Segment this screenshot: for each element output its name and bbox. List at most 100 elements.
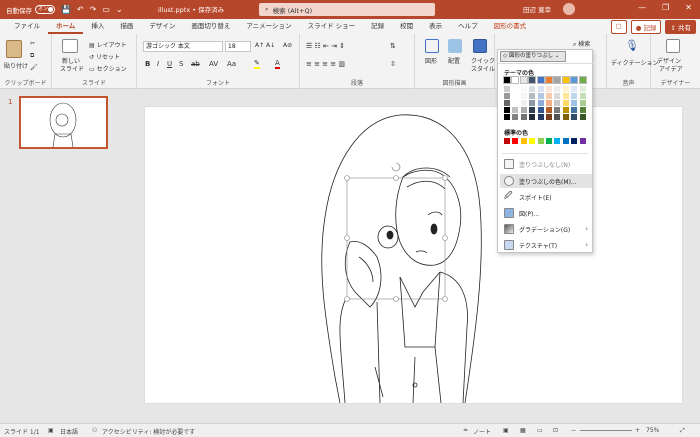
theme-color-shade-swatch[interactable]: [579, 93, 586, 99]
theme-color-shade-swatch[interactable]: [529, 107, 536, 113]
tab-insert[interactable]: 挿入: [83, 19, 112, 34]
new-slide-icon[interactable]: [62, 39, 78, 53]
close-button[interactable]: ✕: [685, 3, 692, 12]
notes-icon[interactable]: ≐: [463, 427, 468, 434]
theme-color-shade-swatch[interactable]: [537, 107, 544, 113]
theme-color-shade-swatch[interactable]: [512, 107, 519, 113]
autosave-toggle[interactable]: オン: [35, 5, 55, 14]
tab-view[interactable]: 表示: [421, 19, 450, 34]
theme-color-shade-swatch[interactable]: [571, 100, 578, 106]
paste-icon[interactable]: [6, 40, 22, 58]
sorter-view-icon[interactable]: ▦: [520, 427, 526, 434]
standard-color-swatch[interactable]: [546, 138, 552, 144]
theme-color-swatch[interactable]: [528, 76, 537, 84]
designer-icon[interactable]: [666, 39, 680, 53]
zoom-slider[interactable]: [580, 430, 632, 431]
italic-icon[interactable]: I: [157, 60, 159, 68]
format-painter-icon[interactable]: 🖌: [30, 64, 38, 71]
tab-transitions[interactable]: 画面切り替え: [183, 19, 238, 34]
theme-color-swatch[interactable]: [553, 76, 562, 84]
share-button[interactable]: ⇪ 共有: [665, 20, 696, 34]
search-button[interactable]: ⌕ 検索: [573, 39, 590, 49]
theme-color-swatch[interactable]: [570, 76, 579, 84]
theme-color-shade-swatch[interactable]: [520, 100, 527, 106]
theme-color-shade-swatch[interactable]: [504, 107, 510, 113]
tab-review[interactable]: 校閲: [392, 19, 421, 34]
theme-color-shade-swatch[interactable]: [554, 100, 561, 106]
tab-design[interactable]: デザイン: [141, 19, 183, 34]
tab-draw[interactable]: 描画: [112, 19, 141, 34]
undo-icon[interactable]: ↶: [77, 5, 84, 14]
standard-color-swatch[interactable]: [579, 138, 586, 144]
bullets-icon[interactable]: ☰ ☷ ⇤ ⇥ ⇕: [306, 42, 345, 50]
theme-color-shade-swatch[interactable]: [504, 100, 510, 106]
align-icons[interactable]: ≡ ≡ ≡ ≡ ▥: [306, 60, 345, 68]
paste-label[interactable]: 貼り付け: [4, 61, 28, 70]
standard-color-swatch[interactable]: [512, 138, 519, 144]
theme-color-shade-swatch[interactable]: [512, 100, 519, 106]
designer-label2[interactable]: アイデア: [659, 64, 683, 73]
tab-record[interactable]: 記録: [363, 19, 392, 34]
theme-color-shade-swatch[interactable]: [504, 93, 510, 99]
theme-color-shade-swatch[interactable]: [520, 107, 527, 113]
theme-color-shade-swatch[interactable]: [512, 114, 519, 120]
record-button[interactable]: ● 記録: [630, 20, 662, 34]
strikethrough-icon[interactable]: ab: [191, 60, 200, 68]
customize-qa-icon[interactable]: ⌄: [116, 5, 123, 14]
woman-illustration[interactable]: [145, 107, 682, 404]
standard-color-swatch[interactable]: [571, 138, 578, 144]
no-fill-item[interactable]: 塗りつぶしなし(N): [500, 157, 592, 171]
quick-style-icon[interactable]: [473, 39, 487, 53]
theme-color-shade-swatch[interactable]: [504, 114, 510, 120]
autosave[interactable]: 自動保存 オン: [6, 5, 55, 15]
theme-color-swatch[interactable]: [511, 76, 520, 84]
slide-canvas[interactable]: [145, 107, 682, 404]
spacing-icon[interactable]: AV: [209, 60, 218, 68]
highlight-icon[interactable]: ✎: [254, 59, 260, 69]
font-size-select[interactable]: 18: [225, 41, 251, 52]
present-icon[interactable]: ▭: [102, 5, 110, 14]
theme-color-shade-swatch[interactable]: [571, 114, 578, 120]
quick-style-label2[interactable]: スタイル: [471, 64, 495, 73]
arrange-icon[interactable]: [448, 39, 462, 53]
user-name[interactable]: 田辺 寛幸: [523, 4, 551, 14]
standard-color-swatch[interactable]: [529, 138, 536, 144]
theme-color-shade-swatch[interactable]: [529, 100, 536, 106]
save-icon[interactable]: 💾: [61, 5, 71, 14]
theme-color-shade-swatch[interactable]: [537, 86, 544, 92]
fit-slide-icon[interactable]: ⤢: [680, 427, 685, 435]
standard-color-swatch[interactable]: [554, 138, 561, 144]
layout-button[interactable]: ▤ レイアウト: [89, 40, 127, 49]
theme-color-shade-swatch[interactable]: [562, 93, 569, 99]
reset-button[interactable]: ↺ リセット: [89, 52, 120, 61]
tab-animations[interactable]: アニメーション: [238, 19, 299, 34]
theme-color-shade-swatch[interactable]: [554, 107, 561, 113]
tab-help[interactable]: ヘルプ: [450, 19, 486, 34]
theme-color-shade-swatch[interactable]: [554, 86, 561, 92]
shadow-icon[interactable]: S: [179, 60, 183, 68]
theme-color-shade-swatch[interactable]: [579, 100, 586, 106]
case-icon[interactable]: Aa: [227, 60, 236, 68]
theme-color-shade-swatch[interactable]: [529, 86, 536, 92]
zoom-in-icon[interactable]: +: [635, 427, 640, 434]
arrange-label[interactable]: 配置: [448, 56, 460, 65]
cut-icon[interactable]: ✂: [30, 40, 35, 47]
theme-color-shade-swatch[interactable]: [571, 93, 578, 99]
zoom-level[interactable]: 75%: [646, 427, 659, 434]
theme-color-shade-swatch[interactable]: [537, 93, 544, 99]
picture-item[interactable]: 図(P)...: [500, 206, 592, 220]
zoom-out-icon[interactable]: −: [571, 427, 576, 434]
theme-color-shade-swatch[interactable]: [562, 114, 569, 120]
shapes-icon[interactable]: [425, 39, 439, 53]
gradient-item[interactable]: グラデーション(G) ›: [500, 222, 592, 236]
theme-color-shade-swatch[interactable]: [562, 100, 569, 106]
theme-color-shade-swatch[interactable]: [537, 100, 544, 106]
minimize-button[interactable]: —: [638, 3, 646, 12]
normal-view-icon[interactable]: ▣: [503, 427, 509, 434]
language-icon[interactable]: ▣: [48, 427, 54, 434]
theme-color-shade-swatch[interactable]: [512, 93, 519, 99]
accessibility-icon[interactable]: ⚇: [92, 427, 97, 434]
notes-label[interactable]: ノート: [473, 427, 491, 436]
reading-view-icon[interactable]: ▭: [537, 427, 543, 434]
copy-icon[interactable]: ⧉: [30, 52, 34, 60]
